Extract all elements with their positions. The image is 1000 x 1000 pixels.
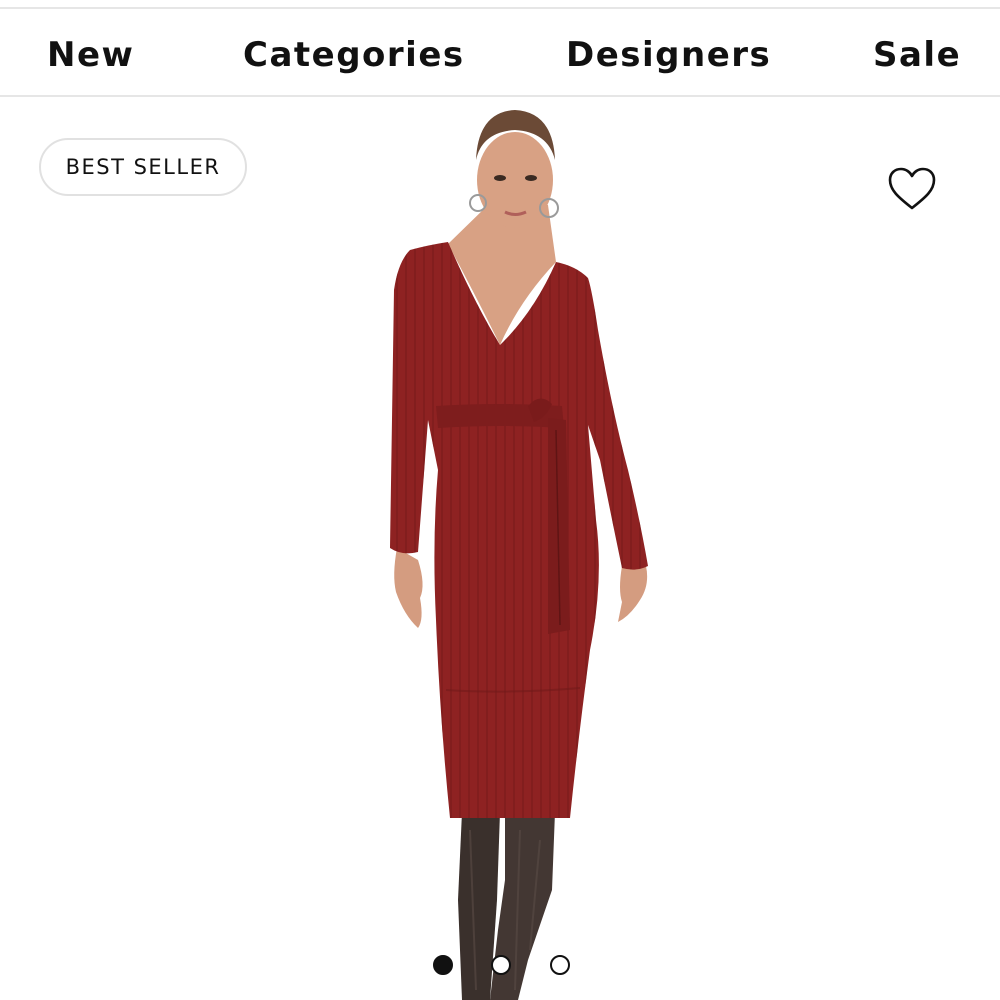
nav-new[interactable]: New xyxy=(47,35,134,75)
best-seller-badge: BEST SELLER xyxy=(39,138,247,196)
nav-sale[interactable]: Sale xyxy=(873,35,961,75)
nav-designers[interactable]: Designers xyxy=(566,35,771,75)
carousel-dot-3[interactable] xyxy=(550,955,570,975)
carousel-indicators xyxy=(0,952,1000,978)
carousel-dot-1[interactable] xyxy=(433,955,453,975)
top-navigation: New Categories Designers Sale xyxy=(0,9,1000,97)
dress xyxy=(390,242,648,818)
wishlist-heart-icon[interactable] xyxy=(886,165,938,213)
product-image[interactable] xyxy=(0,99,1000,1000)
carousel-dot-2[interactable] xyxy=(491,955,511,975)
product-page: New Categories Designers Sale BEST SELLE… xyxy=(0,0,1000,1000)
nav-categories[interactable]: Categories xyxy=(243,35,465,75)
